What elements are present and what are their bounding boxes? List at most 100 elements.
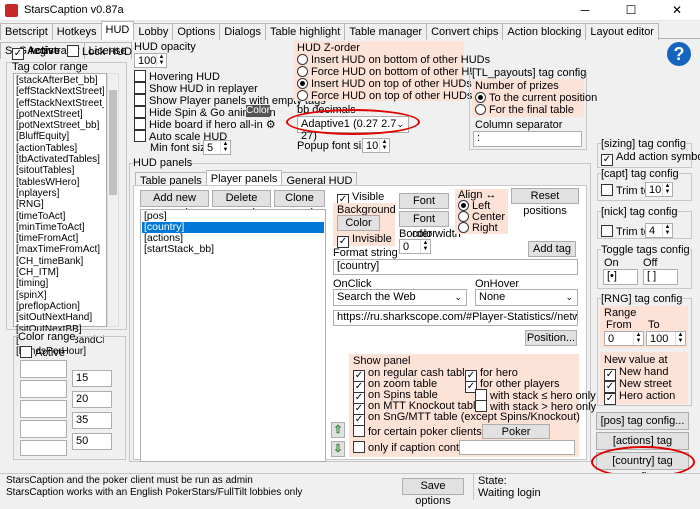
tab-table-manager[interactable]: Table manager — [344, 23, 428, 40]
hud-opacity-stepper[interactable]: ▲ ▼ — [156, 54, 166, 67]
spin-color-button[interactable]: Color — [246, 105, 270, 117]
color-swatch-4[interactable] — [20, 420, 67, 438]
position-button[interactable]: Position... — [525, 330, 577, 346]
panel-list-item[interactable]: [pos] — [142, 211, 324, 222]
tab-dialogs[interactable]: Dialogs — [219, 23, 266, 40]
tag-list-item[interactable]: [sitOutNextHand] — [16, 312, 104, 323]
save-options-button[interactable]: Save options — [402, 478, 464, 507]
tag-list-item[interactable]: [tablesWHero] — [16, 177, 104, 188]
caption-contains-input[interactable] — [459, 440, 575, 455]
tab-layout-editor[interactable]: Layout editor — [585, 23, 659, 40]
column-separator-input[interactable]: : — [473, 131, 582, 147]
panel-list[interactable]: [pos] [country] [actions] [startStack_bb] — [140, 209, 326, 462]
popup-font-size-value[interactable]: 10 — [366, 140, 378, 152]
maximize-button[interactable]: ☐ — [608, 0, 654, 21]
tab-lobby[interactable]: Lobby — [133, 23, 174, 40]
capt-trim-stepper[interactable]: ▲ ▼ — [662, 183, 672, 196]
nick-trim-checkbox[interactable]: Trim to — [601, 225, 650, 238]
tab-action-blocking[interactable]: Action blocking — [502, 23, 587, 40]
move-down-icon[interactable]: ⇩ — [331, 441, 345, 457]
tab-table-highlight[interactable]: Table highlight — [264, 23, 346, 40]
popup-font-size-stepper[interactable]: ▲ ▼ — [379, 139, 389, 152]
min-font-size-value[interactable]: 5 — [207, 142, 213, 154]
tab-hotkeys[interactable]: Hotkeys — [51, 23, 102, 40]
add-tag-button[interactable]: Add tag — [528, 241, 576, 257]
range-to-value[interactable]: 100 — [650, 333, 668, 345]
prizes-current-radio[interactable]: To the current position — [475, 92, 597, 104]
format-string-input[interactable]: [country] — [333, 259, 578, 275]
nick-trim-stepper[interactable]: ▲ ▼ — [662, 224, 672, 237]
add-action-symbol-checkbox[interactable]: ✓ Add action symbol — [601, 151, 700, 166]
color-range-value-1[interactable]: 15 — [72, 370, 112, 387]
background-color-button[interactable]: Color — [337, 215, 380, 231]
color-swatch-1[interactable] — [20, 360, 67, 378]
tag-list-item[interactable]: [effStackNextStreet] — [16, 86, 104, 97]
tag-list-scrollbar[interactable] — [107, 73, 119, 327]
color-swatch-3[interactable] — [20, 400, 67, 418]
onhover-select[interactable]: None ⌄ — [475, 289, 578, 306]
z-order-option-4[interactable]: Force HUD on top of other HUDs — [297, 90, 472, 102]
active-checkbox[interactable]: ✓ Active — [12, 45, 60, 60]
tag-list-item[interactable]: [nplayers] — [16, 188, 104, 199]
tag-list-item[interactable]: [BluffEquity] — [16, 131, 104, 142]
lock-hud-checkbox[interactable]: Lock HUD — [67, 45, 132, 58]
tag-list-item[interactable]: [CH_timeBank] — [16, 256, 104, 267]
tab-options[interactable]: Options — [172, 23, 221, 40]
tag-list-item[interactable]: [preflopAction] — [16, 301, 104, 312]
tag-list[interactable]: [stackAfterBet_bb] [effStackNextStreet] [e… — [13, 73, 107, 357]
delete-panel-button[interactable]: Delete panel — [212, 190, 271, 219]
tag-list-item[interactable]: [timing] — [16, 278, 104, 289]
tag-list-item[interactable]: [timeToAct] — [16, 211, 104, 222]
capt-trim-value[interactable]: 10 — [649, 184, 661, 196]
tag-list-item[interactable]: [maxTimeFromAct] — [16, 244, 104, 255]
close-button[interactable]: ✕ — [654, 0, 700, 21]
reset-positions-button[interactable]: Reset positions — [511, 188, 579, 217]
tag-list-item[interactable]: [potNextStreet_bb] — [16, 120, 104, 131]
tab-betscript[interactable]: Betscript — [0, 23, 53, 40]
z-order-option-2[interactable]: Force HUD on bottom of other HUDs — [297, 66, 491, 78]
url-input[interactable]: https://ru.sharkscope.com/#Player-Statis… — [333, 310, 578, 326]
border-width-value[interactable]: 0 — [403, 241, 409, 253]
clone-panel-button[interactable]: Clone panel — [274, 190, 325, 219]
panel-list-item[interactable]: [actions] — [142, 233, 324, 244]
tag-list-item[interactable]: [CH_ITM] — [16, 267, 104, 278]
add-new-panel-button[interactable]: Add new panel — [140, 190, 209, 219]
range-to-stepper[interactable]: ▲ ▼ — [675, 332, 685, 345]
tab-convert-chips[interactable]: Convert chips — [426, 23, 504, 40]
tag-list-item[interactable]: [tbActivatedTables] — [16, 154, 104, 165]
color-range-value-2[interactable]: 20 — [72, 391, 112, 408]
z-order-option-1[interactable]: Insert HUD on bottom of other HUDs — [297, 54, 490, 66]
min-font-size-stepper[interactable]: ▲ ▼ — [220, 141, 230, 154]
tag-list-item[interactable]: [RNG] — [16, 199, 104, 210]
color-swatch-5[interactable] — [20, 440, 67, 456]
tag-list-item[interactable]: [sitoutTables] — [16, 165, 104, 176]
font-button[interactable]: Font — [399, 193, 449, 209]
tag-list-item[interactable]: [timeFromAct] — [16, 233, 104, 244]
prizes-final-radio[interactable]: For the final table — [475, 104, 574, 116]
tag-list-item[interactable]: [effStackNextStreet_b — [16, 98, 104, 109]
align-right-radio[interactable]: Right — [458, 222, 498, 234]
font-color-button[interactable]: Font color — [399, 211, 449, 240]
border-width-stepper[interactable]: ▲ ▼ — [420, 240, 430, 253]
stack-gt-hero-checkbox[interactable]: with stack > hero only — [475, 400, 596, 413]
minimize-button[interactable]: ─ — [562, 0, 608, 21]
gear-icon[interactable]: ⚙ — [266, 119, 276, 131]
pos-tag-config-button[interactable]: [pos] tag config... — [596, 412, 689, 430]
move-up-icon[interactable]: ⇧ — [331, 422, 345, 438]
hud-opacity-value[interactable]: 100 — [138, 55, 156, 67]
onclick-select[interactable]: Search the Web ⌄ — [333, 289, 467, 306]
tag-list-item[interactable]: [stackAfterBet_bb] — [16, 75, 104, 86]
range-from-stepper[interactable]: ▲ ▼ — [633, 332, 643, 345]
tab-hud[interactable]: HUD — [100, 21, 135, 40]
poker-clients-button[interactable]: Poker clients... — [482, 424, 550, 453]
color-range-value-3[interactable]: 35 — [72, 412, 112, 429]
capt-trim-checkbox[interactable]: Trim to — [601, 184, 650, 197]
color-range-value-4[interactable]: 50 — [72, 433, 112, 450]
tag-list-item[interactable]: [spinX] — [16, 290, 104, 301]
color-range-active-checkbox[interactable]: Active — [20, 346, 65, 359]
toggle-off-input[interactable]: [ ] — [643, 269, 678, 285]
panel-list-item[interactable]: [startStack_bb] — [142, 244, 324, 255]
nick-trim-value[interactable]: 4 — [649, 225, 655, 237]
tag-list-item[interactable]: [potNextStreet] — [16, 109, 104, 120]
color-swatch-2[interactable] — [20, 380, 67, 398]
